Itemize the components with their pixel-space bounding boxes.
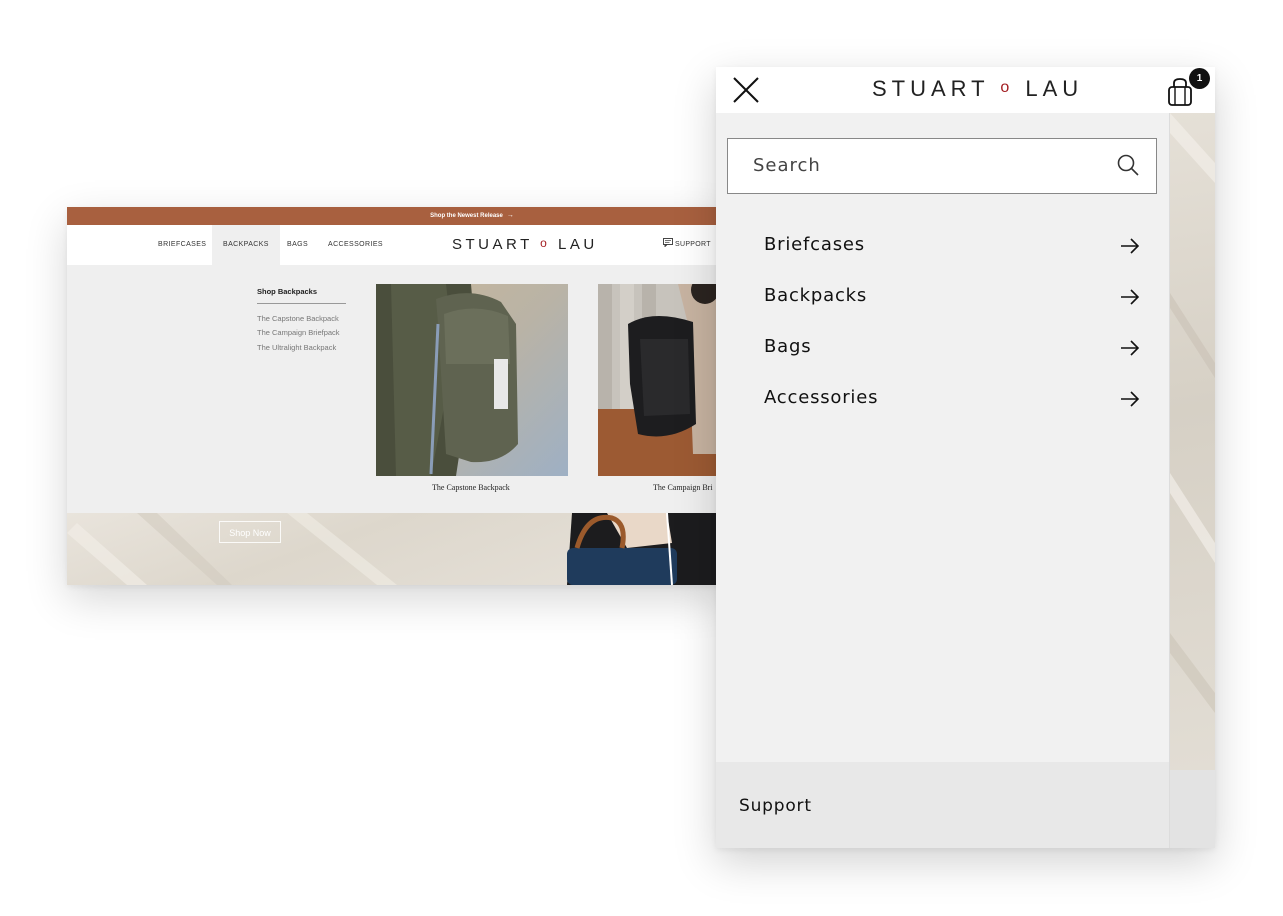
promo-arrow-icon: → [506,212,514,219]
mega-link-ultralight[interactable]: The Ultralight Backpack [257,343,336,352]
search-icon[interactable] [1116,153,1140,177]
search-input[interactable] [728,139,1108,192]
desktop-screenshot: Shop the Newest Release → BRIEFCASES BACK… [67,207,727,585]
mobile-support-link[interactable]: Support [716,762,1169,848]
mobile-menu-screenshot: STUART o LAU 1 Briefcases Backpacks Bags… [716,67,1215,848]
menu-item-accessories[interactable]: Accessories [764,379,1144,419]
mobile-header: STUART o LAU 1 [716,67,1215,113]
close-icon[interactable] [732,76,760,104]
product-image-capstone[interactable] [376,284,568,476]
promo-bar[interactable]: Shop the Newest Release → [67,207,727,225]
mega-link-campaign[interactable]: The Campaign Briefpack [257,328,340,337]
mobile-support-label: Support [739,796,812,816]
desktop-nav: BRIEFCASES BACKPACKS BAGS ACCESSORIES ST… [67,225,727,265]
mobile-logo-left: STUART [872,76,990,101]
search-box[interactable] [727,138,1157,194]
menu-item-bags[interactable]: Bags [764,328,1144,368]
logo-left: STUART [452,236,533,253]
menu-item-label: Briefcases [764,234,865,255]
menu-item-label: Bags [764,336,812,357]
arrow-right-icon [1121,238,1140,254]
nav-item-briefcases[interactable]: BRIEFCASES [158,225,206,265]
product-caption-campaign[interactable]: The Campaign Bri [653,483,713,492]
product-image-campaign[interactable] [598,284,727,476]
mega-menu-divider [257,303,346,304]
menu-item-briefcases[interactable]: Briefcases [764,226,1144,266]
shop-now-button[interactable]: Shop Now [219,521,281,543]
panel-divider [1169,113,1170,848]
arrow-right-icon [1121,391,1140,407]
background-image-peek [1170,113,1215,770]
mobile-logo-right: LAU [1025,76,1084,101]
chat-icon [663,238,673,248]
background-image-peek-bottom [1170,770,1215,848]
logo-right: LAU [558,236,598,253]
mega-link-capstone[interactable]: The Capstone Backpack [257,314,339,323]
menu-item-label: Accessories [764,387,879,408]
product-caption-capstone[interactable]: The Capstone Backpack [432,483,510,492]
desktop-support-link[interactable]: SUPPORT [663,225,711,265]
menu-item-backpacks[interactable]: Backpacks [764,277,1144,317]
nav-item-bags[interactable]: BAGS [287,225,308,265]
support-label: SUPPORT [675,241,711,248]
mobile-logo-mark: o [1000,79,1015,96]
promo-text[interactable]: Shop the Newest Release [430,213,503,219]
arrow-right-icon [1121,289,1140,305]
nav-item-accessories[interactable]: ACCESSORIES [328,225,383,265]
desktop-logo[interactable]: STUART o LAU [452,236,598,253]
cart-count-badge: 1 [1189,68,1210,89]
nav-item-backpacks[interactable]: BACKPACKS [212,225,280,265]
mega-menu-title[interactable]: Shop Backpacks [257,287,317,296]
mobile-logo[interactable]: STUART o LAU [872,76,1083,102]
arrow-right-icon [1121,340,1140,356]
logo-mark: o [540,236,551,250]
hero-banner: Shop Now [67,513,727,585]
menu-item-label: Backpacks [764,285,868,306]
